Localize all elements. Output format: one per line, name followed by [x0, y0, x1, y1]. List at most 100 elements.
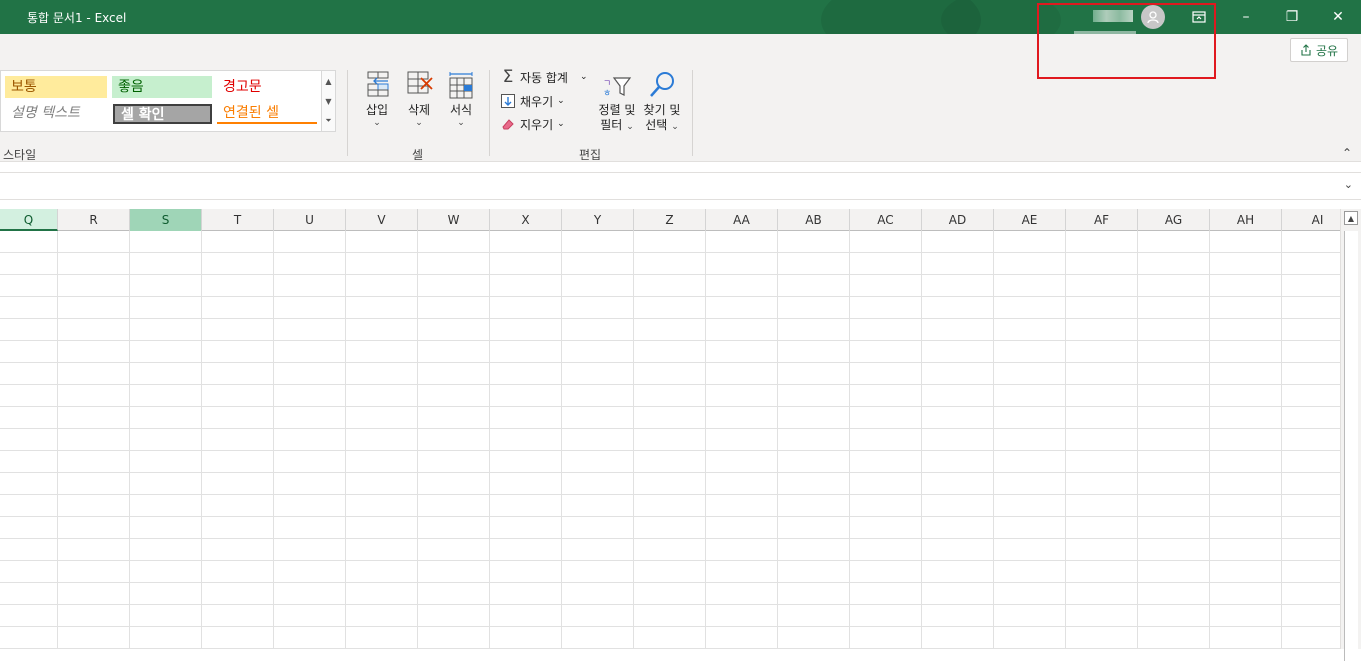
find-select-label: 찾기 및 선택 ⌄ [644, 103, 681, 133]
column-header-r[interactable]: R [58, 209, 130, 231]
autosum-button[interactable]: Σ 자동 합계 ⌄ [500, 66, 588, 88]
autosum-dropdown-icon[interactable]: ⌄ [580, 72, 588, 82]
sort-filter-dropdown-icon: ⌄ [626, 122, 634, 132]
gallery-down-icon[interactable]: ▼ [322, 91, 335, 111]
sort-filter-icon: ㄱ ㅎ [603, 77, 632, 99]
scroll-track[interactable] [1344, 231, 1358, 661]
style-good[interactable]: 좋음 [112, 76, 212, 98]
column-header-v[interactable]: V [346, 209, 418, 231]
grid-vertical-line [201, 231, 202, 649]
group-separator [489, 70, 490, 156]
grid-vertical-line [705, 231, 706, 649]
sort-filter-label: 정렬 및 필터 ⌄ [599, 103, 636, 133]
format-label: 서식 [449, 103, 473, 117]
column-header-t[interactable]: T [202, 209, 274, 231]
format-dropdown-icon: ⌄ [457, 118, 465, 128]
clear-label: 지우기 [520, 117, 554, 132]
share-label: 공유 [1315, 43, 1339, 58]
gallery-up-icon[interactable]: ▲ [322, 71, 335, 91]
fill-label: 채우기 [520, 94, 554, 109]
style-neutral[interactable]: 보통 [5, 76, 107, 98]
grid-vertical-line [1137, 231, 1138, 649]
editing-group-label: 편집 [579, 148, 602, 162]
vertical-scrollbar[interactable]: ▲ [1340, 209, 1361, 661]
share-button[interactable]: 공유 [1290, 38, 1348, 62]
grid-vertical-line [993, 231, 994, 649]
grid-vertical-line [633, 231, 634, 649]
column-header-ac[interactable]: AC [850, 209, 922, 231]
column-header-ab[interactable]: AB [778, 209, 850, 231]
restore-button[interactable]: ❐ [1269, 0, 1315, 34]
gallery-scrollbar[interactable]: ▲ ▼ ⏷ [321, 71, 335, 131]
insert-cells-button[interactable]: 삽입 ⌄ [357, 70, 397, 136]
column-header-q[interactable]: Q [0, 209, 58, 231]
style-explanatory[interactable]: 설명 텍스트 [5, 102, 107, 124]
expand-formula-bar-icon[interactable]: ⌄ [1344, 178, 1353, 191]
column-header-y[interactable]: Y [562, 209, 634, 231]
format-cells-button[interactable]: 서식 ⌄ [441, 70, 481, 136]
svg-text:ㅎ: ㅎ [603, 89, 611, 99]
styles-group-label: 스타일 [3, 148, 37, 162]
cell-styles-gallery: 보통 좋음 경고문 설명 텍스트 셀 확인 연결된 셀 ▲ ▼ ⏷ [0, 70, 336, 132]
grid-vertical-line [921, 231, 922, 649]
find-select-label-line2: 선택 [645, 118, 668, 132]
delete-cells-icon [407, 71, 433, 94]
grid-vertical-line [1209, 231, 1210, 649]
insert-label: 삽입 [365, 103, 389, 117]
grid-vertical-line [345, 231, 346, 649]
column-header-aa[interactable]: AA [706, 209, 778, 231]
insert-dropdown-icon: ⌄ [373, 118, 381, 128]
find-select-label-line1: 찾기 및 [643, 103, 681, 117]
column-header-ae[interactable]: AE [994, 209, 1066, 231]
column-header-x[interactable]: X [490, 209, 562, 231]
fill-button[interactable]: 채우기 ⌄ [500, 90, 565, 112]
grid-vertical-line [1065, 231, 1066, 649]
style-check-cell[interactable]: 셀 확인 [113, 104, 212, 124]
share-icon [1301, 44, 1311, 56]
style-linked-cell[interactable]: 연결된 셀 [217, 102, 317, 124]
grid-vertical-line [849, 231, 850, 649]
grid-vertical-line [273, 231, 274, 649]
fill-dropdown-icon: ⌄ [557, 96, 565, 106]
cells-group-label: 셀 [412, 148, 424, 162]
group-separator [692, 70, 693, 156]
column-header-s[interactable]: S [130, 209, 202, 231]
svg-text:ㄱ: ㄱ [603, 79, 611, 89]
format-cells-icon [449, 72, 473, 99]
eraser-icon [502, 119, 514, 130]
delete-dropdown-icon: ⌄ [415, 118, 423, 128]
fill-down-icon [501, 94, 515, 108]
minimize-button[interactable]: – [1223, 0, 1269, 34]
sort-filter-label-line1: 정렬 및 [598, 103, 636, 117]
column-header-w[interactable]: W [418, 209, 490, 231]
delete-label: 삭제 [407, 103, 431, 117]
column-header-ad[interactable]: AD [922, 209, 994, 231]
window-title: 통합 문서1 - Excel [27, 11, 127, 25]
gallery-more-icon[interactable]: ⏷ [322, 111, 335, 131]
column-header-ah[interactable]: AH [1210, 209, 1282, 231]
collapse-ribbon-icon[interactable]: ⌃ [1342, 146, 1352, 160]
column-header-z[interactable]: Z [634, 209, 706, 231]
grid-vertical-line [777, 231, 778, 649]
column-header-u[interactable]: U [274, 209, 346, 231]
scroll-up-icon[interactable]: ▲ [1344, 211, 1358, 225]
grid-vertical-line [417, 231, 418, 649]
column-header-ag[interactable]: AG [1138, 209, 1210, 231]
grid-vertical-line [489, 231, 490, 649]
grid-vertical-line [57, 231, 58, 649]
delete-cells-button[interactable]: 삭제 ⌄ [399, 70, 439, 136]
annotation-highlight-box [1037, 3, 1216, 79]
find-select-button[interactable]: 찾기 및 선택 ⌄ [641, 70, 683, 136]
autosum-label: 자동 합계 [520, 70, 568, 85]
sigma-icon: Σ [502, 67, 514, 87]
group-separator [347, 70, 348, 156]
sort-filter-button[interactable]: ㄱ ㅎ 정렬 및 필터 ⌄ [596, 70, 638, 136]
clear-dropdown-icon: ⌄ [557, 119, 565, 129]
column-header-af[interactable]: AF [1066, 209, 1138, 231]
close-button[interactable]: ✕ [1315, 0, 1361, 34]
clear-button[interactable]: 지우기 ⌄ [500, 113, 565, 135]
grid-vertical-line [561, 231, 562, 649]
insert-cells-icon [367, 71, 389, 97]
formula-bar[interactable]: ⌄ [0, 172, 1361, 200]
style-warning[interactable]: 경고문 [217, 76, 317, 98]
